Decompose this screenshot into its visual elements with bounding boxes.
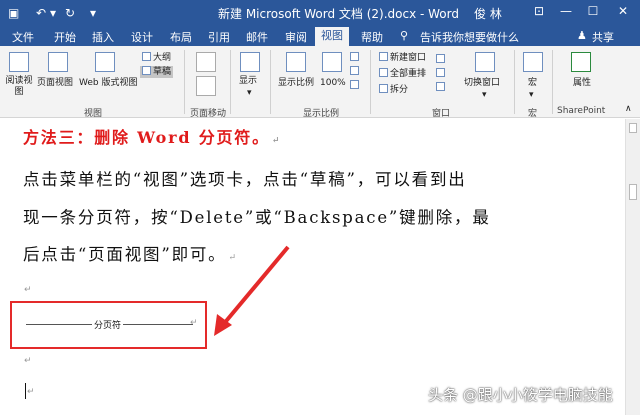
scroll-up-button[interactable] <box>629 123 637 133</box>
red-arrow-annotation <box>214 245 290 336</box>
scroll-thumb[interactable] <box>629 184 637 200</box>
arrow-shaft <box>220 245 290 328</box>
watermark-text: 头条 @跟小小筱学电脑技能 <box>428 386 613 404</box>
vertical-scrollbar[interactable] <box>625 119 640 415</box>
